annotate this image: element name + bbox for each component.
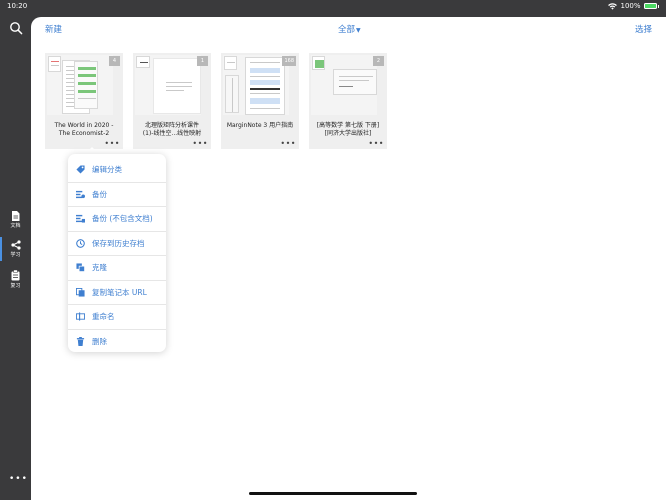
page-count-badge: 2: [373, 56, 384, 66]
sidebar-item-label: 学习: [10, 252, 21, 258]
menu-arrow: [85, 147, 99, 154]
menu-item-label: 备份: [92, 189, 107, 199]
menu-item-save-history[interactable]: 保存到历史存档: [68, 230, 166, 256]
search-icon[interactable]: [9, 21, 23, 35]
wifi-icon: [608, 2, 618, 10]
more-options-icon[interactable]: •••: [192, 139, 208, 148]
more-options-icon[interactable]: •••: [280, 139, 296, 148]
sidebar-item-documents[interactable]: 文档: [0, 206, 31, 234]
menu-item-edit-category[interactable]: 编辑分类: [68, 157, 166, 182]
notebook-options-menu: 编辑分类 备份 备份 (不包含文档) 保存到历史存档 克隆 复制笔记本 URL …: [68, 154, 166, 352]
menu-item-delete[interactable]: 删除: [68, 328, 166, 354]
document-icon: [12, 211, 20, 221]
sidebar: 文档 学习 复习 •••: [0, 13, 31, 500]
battery-tip: [657, 4, 659, 8]
filter-label: 全部: [338, 25, 356, 35]
rename-icon: [76, 312, 85, 321]
status-time: 10:20: [7, 2, 28, 10]
status-bar: 10:20 100%: [0, 0, 666, 13]
notebook-card[interactable]: 2 [高等数学 第七版 下册] [同济大学出版社] •••: [309, 53, 387, 149]
battery-percent: 100%: [620, 2, 641, 10]
mindmap-icon: [10, 240, 21, 250]
menu-item-rename[interactable]: 重命名: [68, 304, 166, 329]
status-indicators: 100%: [608, 2, 659, 10]
sidebar-item-label: 复习: [10, 282, 21, 289]
topbar: 新建 全部▼ 选择: [31, 17, 666, 39]
more-options-icon[interactable]: •••: [104, 139, 120, 148]
tag-icon: [76, 165, 85, 174]
notebook-title: 北理版矩阵分析课件 (1)-线性空...线性映射: [142, 122, 202, 137]
notebook-thumbnail: [47, 55, 113, 115]
menu-item-label: 重命名: [92, 312, 115, 322]
sidebar-item-label: 文档: [10, 223, 21, 229]
page-count-badge: 168: [282, 56, 296, 66]
notebook-title: MarginNote 3 用户指南: [226, 122, 294, 129]
history-icon: [76, 238, 85, 248]
page-count-badge: 1: [197, 56, 208, 66]
menu-item-label: 删除: [92, 336, 107, 346]
menu-item-label: 克隆: [92, 263, 107, 273]
sidebar-item-review[interactable]: 复习: [0, 265, 31, 293]
caret-down-icon: ▼: [356, 27, 361, 34]
page-count-badge: 4: [109, 56, 120, 66]
more-icon[interactable]: •••: [9, 474, 28, 484]
menu-item-backup[interactable]: 备份: [68, 181, 166, 207]
new-button[interactable]: 新建: [45, 23, 62, 35]
notebook-thumbnail: [311, 55, 377, 115]
sidebar-item-study[interactable]: 学习: [0, 235, 31, 263]
notebook-title: The World in 2020 - The Economist-2: [54, 122, 114, 137]
backup-no-doc-icon: [76, 215, 85, 223]
copy-url-icon: [76, 287, 85, 297]
menu-item-clone[interactable]: 克隆: [68, 255, 166, 280]
notebook-card[interactable]: 1 北理版矩阵分析课件 (1)-线性空...线性映射 •••: [133, 53, 211, 149]
filter-dropdown[interactable]: 全部▼: [338, 23, 361, 35]
notebook-title: [高等数学 第七版 下册] [同济大学出版社]: [316, 122, 380, 137]
menu-item-copy-url[interactable]: 复制笔记本 URL: [68, 279, 166, 305]
notebook-card[interactable]: 4 The World in 2020 - The Economist-2 ••…: [45, 53, 123, 149]
notebook-card[interactable]: 168 MarginNote 3 用户指南 •••: [221, 53, 299, 149]
menu-item-backup-no-docs[interactable]: 备份 (不包含文档): [68, 206, 166, 231]
menu-item-label: 复制笔记本 URL: [92, 287, 147, 297]
clone-icon: [76, 263, 85, 273]
more-options-icon[interactable]: •••: [368, 139, 384, 148]
select-button[interactable]: 选择: [635, 23, 652, 35]
backup-icon: [76, 190, 85, 198]
menu-item-label: 保存到历史存档: [92, 238, 145, 248]
home-indicator: [249, 492, 417, 495]
battery-icon: [643, 3, 657, 9]
notebook-thumbnail: [135, 55, 201, 115]
notebook-thumbnail: [223, 55, 289, 115]
trash-icon: [76, 336, 85, 346]
menu-item-label: 编辑分类: [92, 164, 122, 174]
menu-item-label: 备份 (不包含文档): [92, 214, 153, 224]
review-icon: [11, 269, 20, 280]
